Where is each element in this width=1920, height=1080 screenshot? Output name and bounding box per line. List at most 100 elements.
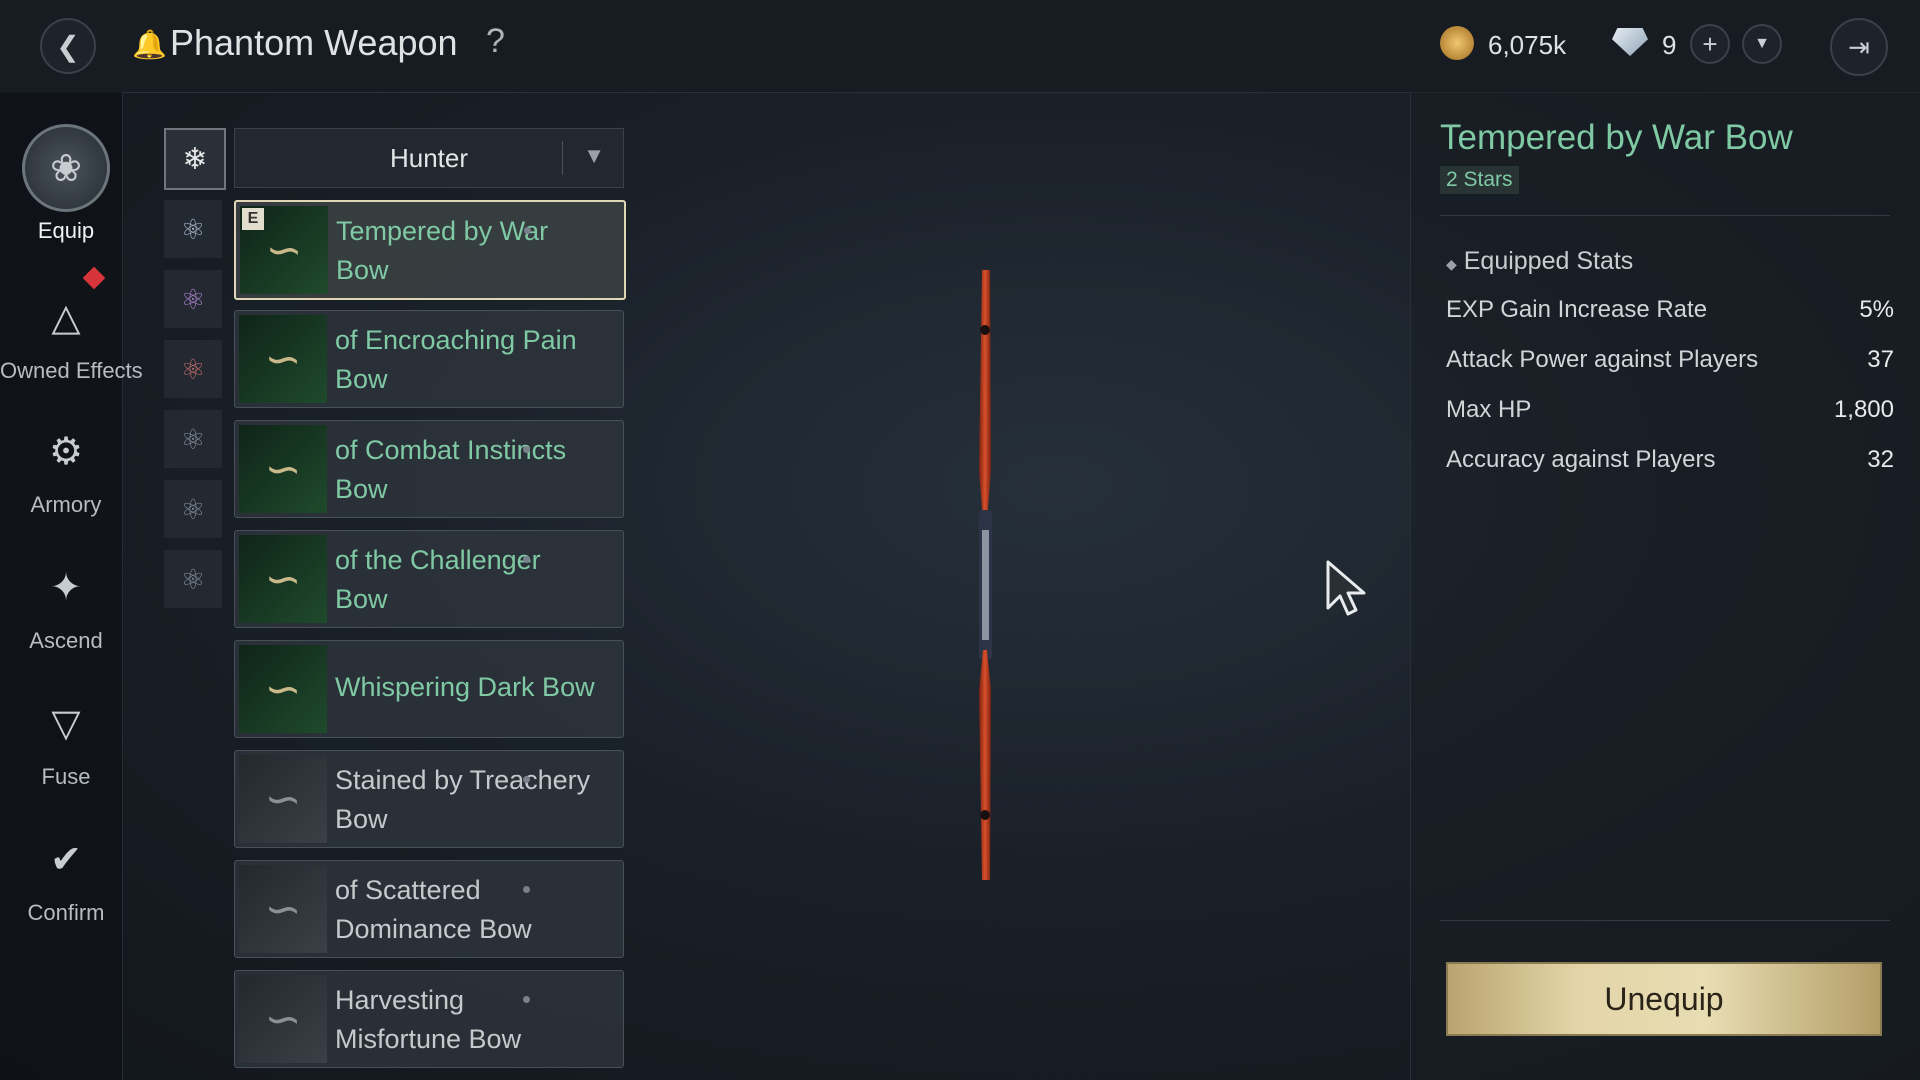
weapon-name: of the Challenger Bow [335, 545, 541, 614]
lower-limb [979, 650, 991, 880]
crest-icon: ⚛ [180, 283, 206, 315]
gold-coin-icon [1440, 26, 1474, 60]
bow-thumbnail: ∽ [239, 425, 327, 513]
diamond-amount: 9 [1662, 30, 1677, 60]
bow-thumbnail: ∽ [239, 755, 327, 843]
nav-label: Armory [30, 492, 102, 517]
nav-label: Equip [37, 218, 95, 243]
exit-button[interactable]: ⇥ [1830, 18, 1888, 76]
nav-label: Ascend [29, 628, 103, 653]
bow-icon: ∽ [264, 884, 302, 934]
back-button[interactable]: ❮ [40, 18, 96, 74]
status-dot [523, 446, 530, 453]
unequip-button[interactable]: Unequip [1446, 962, 1882, 1036]
status-dot [523, 886, 530, 893]
grip-highlight [982, 530, 989, 640]
weapon-card[interactable]: ∽ Whispering Dark Bow [234, 640, 624, 738]
help-button[interactable]: ? [486, 22, 505, 61]
stat-name: Max HP [1446, 396, 1532, 423]
snowflake-icon: ❄ [182, 142, 208, 176]
weapon-name: of Encroaching Pain Bow [335, 325, 577, 394]
status-dot [523, 996, 530, 1003]
weapon-card[interactable]: ∽ of Scattered Dominance Bow [234, 860, 624, 958]
status-dot [523, 556, 530, 563]
bow-icon: ∽ [264, 664, 302, 714]
weapon-card[interactable]: ∽ of the Challenger Bow [234, 530, 624, 628]
bow-icon: ∽ [264, 444, 302, 494]
crest-icon: ⚛ [180, 563, 206, 595]
category-tier-2-button[interactable]: ⚛ [164, 270, 222, 328]
add-diamonds-button[interactable]: + [1690, 24, 1730, 64]
chevron-down-icon: ▼ [583, 143, 605, 168]
chevron-down-icon: ▼ [1754, 35, 1770, 52]
item-title: Tempered by War Bow [1440, 118, 1793, 157]
crest-icon: ⚛ [180, 213, 206, 245]
fuse-icon: ▽ [51, 702, 81, 745]
confirm-icon: ✔ [50, 838, 82, 881]
bow-thumbnail: ∽ [239, 975, 327, 1063]
stat-value: 1,800 [1833, 396, 1894, 423]
bow-preview[interactable] [960, 270, 1010, 880]
mouse-cursor-icon [1326, 560, 1366, 616]
crest-icon: ⚛ [180, 493, 206, 525]
stat-value: 5% [1859, 296, 1894, 323]
bow-icon: ∽ [265, 225, 303, 275]
bow-thumbnail: ∽ [239, 645, 327, 733]
bow-thumbnail: ∽ [239, 865, 327, 953]
stat-name: Attack Power against Players [1446, 346, 1759, 373]
owned-effects-icon: △ [51, 296, 81, 339]
bow-icon: ∽ [264, 554, 302, 604]
category-tier-5-button[interactable]: ⚛ [164, 480, 222, 538]
bow-thumbnail: ∽ [239, 315, 327, 403]
nav-confirm[interactable]: ✔ Confirm [0, 824, 132, 926]
nav-equip[interactable]: ❀ Equip [0, 124, 132, 244]
divider [1440, 920, 1890, 921]
status-dot [523, 776, 530, 783]
weapon-card[interactable]: ∽ E Tempered by War Bow [234, 200, 626, 300]
stat-name: Accuracy against Players [1446, 446, 1716, 473]
exit-icon: ⇥ [1848, 31, 1870, 62]
plus-icon: + [1702, 28, 1718, 59]
gold-amount: 6,075k [1488, 30, 1567, 60]
nav-armory[interactable]: ⚙ Armory [0, 416, 132, 518]
equipped-stats-header: ◆ Equipped Stats [1446, 247, 1633, 276]
nav-ascend[interactable]: ✦ Ascend [0, 552, 132, 654]
category-tier-1-button[interactable]: ⚛ [164, 200, 222, 258]
category-all-button[interactable]: ❄ [164, 128, 226, 190]
nav-fuse[interactable]: ▽ Fuse [0, 688, 132, 790]
stat-name: EXP Gain Increase Rate [1446, 296, 1708, 323]
diamond-bullet-icon: ◆ [1446, 256, 1457, 272]
category-tier-3-button[interactable]: ⚛ [164, 340, 222, 398]
weapon-name: of Scattered Dominance Bow [335, 875, 532, 944]
weapon-name: Harvesting Misfortune Bow [335, 985, 522, 1054]
weapon-card[interactable]: ∽ of Combat Instincts Bow [234, 420, 624, 518]
weapon-name: Tempered by War Bow [336, 216, 549, 285]
dropdown-divider [562, 141, 563, 175]
equip-icon: ❀ [22, 124, 110, 212]
stat-value: 32 [1867, 446, 1894, 473]
page-title: Phantom Weapon [170, 22, 458, 63]
weapon-name: of Combat Instincts Bow [335, 435, 567, 504]
limb-gem [980, 325, 990, 335]
star-rating: 2 Stars [1440, 166, 1519, 194]
bell-icon[interactable]: 🔔 [132, 28, 167, 61]
limb-gem [980, 810, 990, 820]
bow-icon: ∽ [264, 774, 302, 824]
weapon-card[interactable]: ∽ Stained by Treachery Bow [234, 750, 624, 848]
weapon-card[interactable]: ∽ of Encroaching Pain Bow [234, 310, 624, 408]
nav-owned-effects[interactable]: △ Owned Effects [0, 282, 143, 384]
detail-panel [1410, 92, 1920, 1080]
currency-dropdown-button[interactable]: ▼ [1742, 24, 1782, 64]
status-dot [524, 227, 531, 234]
weapon-card[interactable]: ∽ Harvesting Misfortune Bow [234, 970, 624, 1068]
divider [1440, 215, 1890, 216]
class-filter-dropdown[interactable]: Hunter ▼ [234, 128, 624, 188]
crest-icon: ⚛ [180, 423, 206, 455]
category-tier-6-button[interactable]: ⚛ [164, 550, 222, 608]
nav-label: Fuse [41, 764, 91, 789]
bow-thumbnail: ∽ [239, 535, 327, 623]
armory-icon: ⚙ [48, 430, 84, 473]
category-tier-4-button[interactable]: ⚛ [164, 410, 222, 468]
weapon-name: Stained by Treachery Bow [335, 765, 591, 834]
crest-icon: ⚛ [180, 353, 206, 385]
